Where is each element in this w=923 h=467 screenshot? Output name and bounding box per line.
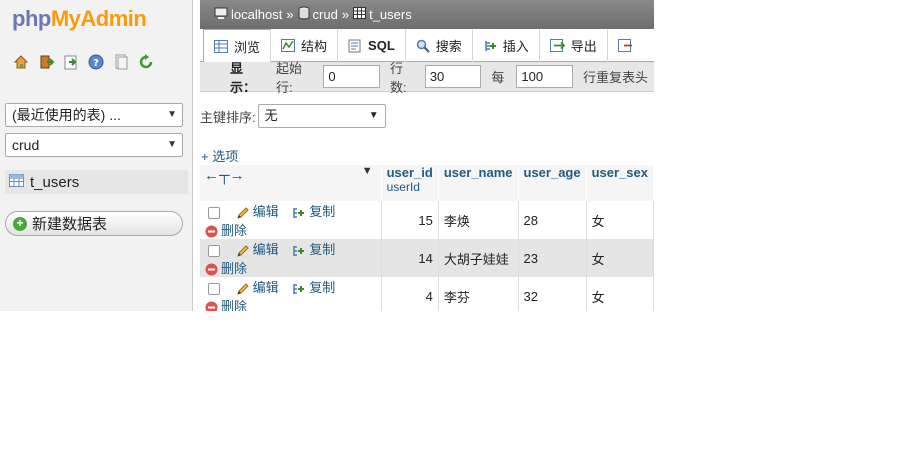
- row-checkbox[interactable]: [208, 244, 220, 257]
- copy-icon: [293, 283, 305, 294]
- edit-link[interactable]: 编辑: [236, 204, 279, 219]
- cell-user-id[interactable]: 4: [381, 277, 439, 311]
- breadcrumb: localhost » crud » t_users: [200, 0, 654, 29]
- insert-icon: [483, 39, 497, 53]
- export-icon: [549, 39, 565, 52]
- table-row: 编辑 复制 删除 4 李芬 32 女: [200, 277, 654, 311]
- column-header-user-age[interactable]: user_age: [518, 165, 587, 201]
- database-icon: [298, 6, 310, 23]
- cell-user-sex[interactable]: 女: [586, 201, 654, 239]
- phpmyadmin-window: phpMyAdmin ? (最近使用的表) ... ▼ crud ▼ t_use…: [0, 0, 654, 311]
- main-tabs: 浏览 结构 SQL 搜索 插入 导出: [200, 29, 654, 62]
- table-header-row: ←┬→ ▼ user_id userId user_name user_age u…: [200, 165, 654, 201]
- cell-user-age[interactable]: 32: [518, 277, 587, 311]
- chevron-down-icon: ▼: [167, 139, 177, 150]
- column-header-user-name[interactable]: user_name: [438, 165, 519, 201]
- browse-icon: [214, 39, 228, 53]
- delete-icon: [205, 263, 218, 276]
- docs-icon[interactable]: [112, 53, 129, 70]
- cell-user-id[interactable]: 14: [381, 239, 439, 277]
- repeat-headers-input[interactable]: 100: [516, 65, 573, 88]
- row-checkbox[interactable]: [208, 282, 220, 295]
- navigation-sidebar: phpMyAdmin ? (最近使用的表) ... ▼ crud ▼ t_use…: [0, 0, 193, 311]
- copy-icon: [293, 207, 305, 218]
- sidebar-icon-bar: ?: [12, 53, 154, 70]
- table-icon: [353, 7, 367, 22]
- start-row-label: 起始行:: [275, 60, 302, 95]
- per-label: 每: [491, 70, 505, 85]
- table-icon: [9, 173, 24, 191]
- sort-label: 主键排序:: [200, 109, 256, 125]
- tab-export[interactable]: 导出: [540, 29, 608, 62]
- logout-icon[interactable]: [37, 53, 54, 70]
- sql-icon: [348, 39, 362, 53]
- sort-dropdown-icon[interactable]: ▼: [362, 165, 373, 177]
- column-header-user-id[interactable]: user_id userId: [381, 165, 439, 201]
- recent-tables-select[interactable]: (最近使用的表) ... ▼: [5, 103, 183, 127]
- tab-import[interactable]: [608, 29, 649, 62]
- cell-user-name[interactable]: 大胡子娃娃: [438, 239, 519, 277]
- sort-by-key-select[interactable]: 无 ▼: [257, 104, 386, 128]
- cell-user-age[interactable]: 23: [518, 239, 587, 277]
- sql-query-icon[interactable]: [62, 53, 79, 70]
- tab-insert[interactable]: 插入: [473, 29, 540, 62]
- display-controls: 显示： 起始行: 0 行数: 30 每 100 行重复表头: [200, 61, 654, 95]
- breadcrumb-server[interactable]: localhost: [231, 7, 282, 22]
- chevron-down-icon: ▼: [368, 110, 379, 121]
- search-icon: [416, 39, 430, 53]
- copy-link[interactable]: 复制: [292, 242, 335, 257]
- rows-label: 行数:: [390, 60, 407, 95]
- structure-icon: [281, 39, 296, 52]
- cell-user-id[interactable]: 15: [381, 201, 439, 239]
- pencil-icon: [236, 282, 249, 295]
- breadcrumb-table[interactable]: t_users: [369, 7, 412, 22]
- pencil-icon: [236, 244, 249, 257]
- cell-user-sex[interactable]: 女: [586, 239, 654, 277]
- results-table: ←┬→ ▼ user_id userId user_name user_age u…: [200, 165, 654, 311]
- display-label: 显示：: [230, 60, 257, 95]
- breadcrumb-separator: »: [286, 7, 294, 22]
- delete-link[interactable]: 删除: [205, 223, 247, 238]
- cell-user-name[interactable]: 李焕: [438, 201, 519, 239]
- table-row: 编辑 复制 删除 14 大胡子娃娃 23 女: [200, 239, 654, 277]
- svg-text:?: ?: [93, 58, 99, 69]
- reload-icon[interactable]: [137, 53, 154, 70]
- delete-link[interactable]: 删除: [205, 299, 247, 311]
- sort-row: 主键排序: 无 ▼: [200, 104, 386, 128]
- sidebar-item-table[interactable]: t_users: [5, 170, 188, 194]
- delete-icon: [205, 225, 218, 238]
- column-header-user-sex[interactable]: user_sex: [586, 165, 654, 201]
- row-checkbox[interactable]: [208, 206, 220, 219]
- copy-link[interactable]: 复制: [292, 280, 335, 295]
- cell-user-sex[interactable]: 女: [586, 277, 654, 311]
- delete-link[interactable]: 删除: [205, 261, 247, 276]
- options-link[interactable]: + 选项: [201, 146, 238, 165]
- database-select[interactable]: crud ▼: [5, 133, 183, 157]
- phpmyadmin-logo[interactable]: phpMyAdmin: [12, 6, 147, 32]
- repeat-headers-label: 行重复表头: [582, 70, 648, 85]
- home-icon[interactable]: [12, 53, 29, 70]
- help-icon[interactable]: ?: [87, 53, 104, 70]
- edit-link[interactable]: 编辑: [236, 242, 279, 257]
- start-row-input[interactable]: 0: [323, 65, 380, 88]
- column-resize-icon[interactable]: ←┬→: [204, 167, 245, 184]
- edit-link[interactable]: 编辑: [236, 280, 279, 295]
- cell-user-age[interactable]: 28: [518, 201, 587, 239]
- table-row: 编辑 复制 删除 15 李焕 28 女: [200, 201, 654, 239]
- new-table-button[interactable]: + 新建数据表: [5, 211, 183, 236]
- import-icon: [617, 39, 633, 52]
- copy-icon: [293, 245, 305, 256]
- delete-icon: [205, 301, 218, 311]
- chevron-down-icon: ▼: [167, 109, 177, 120]
- rows-input[interactable]: 30: [424, 65, 482, 88]
- copy-link[interactable]: 复制: [292, 204, 335, 219]
- column-controls-header: ←┬→ ▼: [200, 165, 382, 201]
- breadcrumb-database[interactable]: crud: [313, 7, 338, 22]
- pencil-icon: [236, 206, 249, 219]
- breadcrumb-separator: »: [341, 7, 350, 22]
- plus-icon: +: [13, 216, 27, 231]
- server-icon: [214, 7, 228, 23]
- cell-user-name[interactable]: 李芬: [438, 277, 519, 311]
